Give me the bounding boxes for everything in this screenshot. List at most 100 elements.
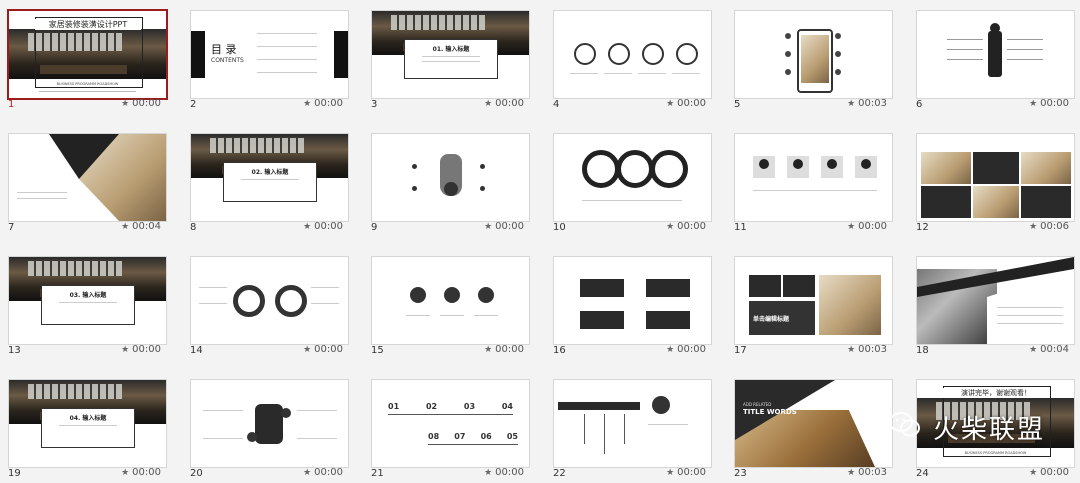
- slide-timing: ★ 00:00: [666, 467, 706, 478]
- text-block: [749, 275, 781, 297]
- slide-preview[interactable]: [916, 10, 1075, 99]
- arrow-bar: [558, 402, 640, 410]
- slide-preview[interactable]: [553, 133, 712, 222]
- slide-number: 16: [553, 345, 566, 356]
- slide-preview[interactable]: [916, 133, 1075, 222]
- slide-number: 15: [371, 345, 384, 356]
- slide-thumbnail-20[interactable]: 20 ★ 00:00: [182, 369, 349, 479]
- slide-number: 2: [190, 99, 197, 110]
- text-line: [406, 315, 430, 316]
- step-number: 08: [428, 432, 440, 441]
- toc-line-3: [257, 59, 317, 60]
- stopwatch-icon: [608, 43, 630, 65]
- slide-thumbnail-14[interactable]: 14 ★ 00:00: [182, 246, 349, 356]
- slide-thumbnail-11[interactable]: 11 ★ 00:00: [726, 123, 893, 233]
- slide-timing: ★ 00:00: [303, 98, 343, 109]
- star-icon: ★: [121, 222, 130, 232]
- slide-thumbnail-13[interactable]: 03. 输入标题 13 ★ 00:00: [0, 246, 167, 356]
- slide-preview[interactable]: 01. 输入标题: [371, 10, 530, 99]
- donut-icon: [233, 285, 265, 317]
- slide-thumbnail-6[interactable]: 6 ★ 00:00: [908, 0, 1075, 110]
- slide-preview[interactable]: [371, 256, 530, 345]
- slide-thumbnail-7[interactable]: 7 ★ 00:04: [0, 123, 167, 233]
- slide-thumbnail-10[interactable]: 10 ★ 00:00: [545, 123, 712, 233]
- slide-thumbnail-19[interactable]: 04. 输入标题 19 ★ 00:00: [0, 369, 167, 479]
- connector: [604, 414, 605, 454]
- slide-preview[interactable]: 单击编辑标题: [734, 256, 893, 345]
- star-icon: ★: [847, 468, 856, 478]
- text-line: [297, 438, 337, 439]
- slide-timing: ★ 00:00: [666, 344, 706, 355]
- timing-value: 00:00: [495, 221, 524, 232]
- bar: [947, 59, 983, 60]
- slide-timing: ★ 00:00: [121, 467, 161, 478]
- timing-value: 00:00: [495, 98, 524, 109]
- slide-number: 12: [916, 222, 929, 233]
- slide-preview[interactable]: 目 录 CONTENTS: [190, 10, 349, 99]
- slide-preview[interactable]: [8, 133, 167, 222]
- timing-value: 00:03: [858, 98, 887, 109]
- text-line: [997, 323, 1063, 324]
- slide-preview[interactable]: [916, 256, 1075, 345]
- section-title: 04. 输入标题: [69, 415, 107, 422]
- slide-thumbnail-1[interactable]: 家居装修装潢设计PPT BUSINESS PROGRAMM ROADSHOW 1…: [0, 0, 168, 110]
- slide-preview[interactable]: 04. 输入标题: [8, 379, 167, 468]
- diagonal-shape: [917, 257, 1074, 344]
- hexagon-icon: [478, 287, 494, 303]
- slide-number: 20: [190, 468, 203, 479]
- slide-timing: ★ 00:00: [484, 467, 524, 478]
- slide-thumbnail-2[interactable]: 目 录 CONTENTS 2 ★ 00:00: [182, 0, 349, 110]
- wechat-icon: [889, 412, 920, 437]
- text-line: [59, 425, 117, 426]
- ring-icon: [650, 150, 688, 188]
- slide-image: [819, 275, 881, 335]
- slide-preview[interactable]: 家居装修装潢设计PPT BUSINESS PROGRAMM ROADSHOW: [7, 9, 168, 100]
- star-icon: ★: [484, 468, 493, 478]
- slide-preview[interactable]: [190, 379, 349, 468]
- slide-thumbnail-9[interactable]: 9 ★ 00:00: [363, 123, 530, 233]
- text-line: [241, 179, 299, 180]
- slide-preview[interactable]: [553, 379, 712, 468]
- slide-number: 21: [371, 468, 384, 479]
- slide-timing: ★ 00:00: [121, 344, 161, 355]
- star-icon: ★: [484, 345, 493, 355]
- slide-thumbnail-4[interactable]: 4 ★ 00:00: [545, 0, 712, 110]
- timing-value: 00:00: [132, 467, 161, 478]
- slide-thumbnail-5[interactable]: 5 ★ 00:03: [726, 0, 893, 110]
- slide-preview[interactable]: 01 02 03 04 08 07 06 05: [371, 379, 530, 468]
- slide-preview[interactable]: 02. 输入标题: [190, 133, 349, 222]
- puzzle-graphic: [255, 404, 283, 444]
- slide-thumbnail-23[interactable]: ADD RELATED TITLE WORDS 23 ★ 00:03: [726, 369, 893, 479]
- slide-preview[interactable]: [553, 256, 712, 345]
- right-bar: [334, 31, 348, 78]
- slide-preview[interactable]: [190, 256, 349, 345]
- watermark: 火柴联盟: [887, 405, 1077, 445]
- toc-line-1: [257, 33, 317, 34]
- slide-thumbnail-22[interactable]: 22 ★ 00:00: [545, 369, 712, 479]
- text-line: [203, 410, 243, 411]
- slide-preview[interactable]: [553, 10, 712, 99]
- slide-thumbnail-21[interactable]: 01 02 03 04 08 07 06 05 21 ★ 00:00: [363, 369, 530, 479]
- timing-value: 00:03: [858, 467, 887, 478]
- slide-preview[interactable]: [371, 133, 530, 222]
- slide-preview[interactable]: [734, 10, 893, 99]
- slide-timing: ★ 00:00: [666, 98, 706, 109]
- bar: [1007, 59, 1043, 60]
- timing-value: 00:00: [495, 467, 524, 478]
- slide-preview[interactable]: [734, 133, 893, 222]
- slide-preview[interactable]: ADD RELATED TITLE WORDS: [734, 379, 893, 468]
- slide-preview[interactable]: 03. 输入标题: [8, 256, 167, 345]
- slide-timing: ★ 00:00: [1029, 467, 1069, 478]
- slide-timing: ★ 00:03: [847, 344, 887, 355]
- slide-thumbnail-8[interactable]: 02. 输入标题 8 ★ 00:00: [182, 123, 349, 233]
- slide-thumbnail-12[interactable]: 12 ★ 00:06: [908, 123, 1075, 233]
- slide-number: 23: [734, 468, 747, 479]
- timing-value: 00:04: [132, 221, 161, 232]
- slide-thumbnail-18[interactable]: 18 ★ 00:04: [908, 246, 1075, 356]
- slide-thumbnail-17[interactable]: 单击编辑标题 17 ★ 00:03: [726, 246, 893, 356]
- star-icon: ★: [666, 222, 675, 232]
- slide-thumbnail-16[interactable]: 16 ★ 00:00: [545, 246, 712, 356]
- text-line: [311, 287, 339, 288]
- slide-thumbnail-15[interactable]: 15 ★ 00:00: [363, 246, 530, 356]
- slide-thumbnail-3[interactable]: 01. 输入标题 3 ★ 00:00: [363, 0, 530, 110]
